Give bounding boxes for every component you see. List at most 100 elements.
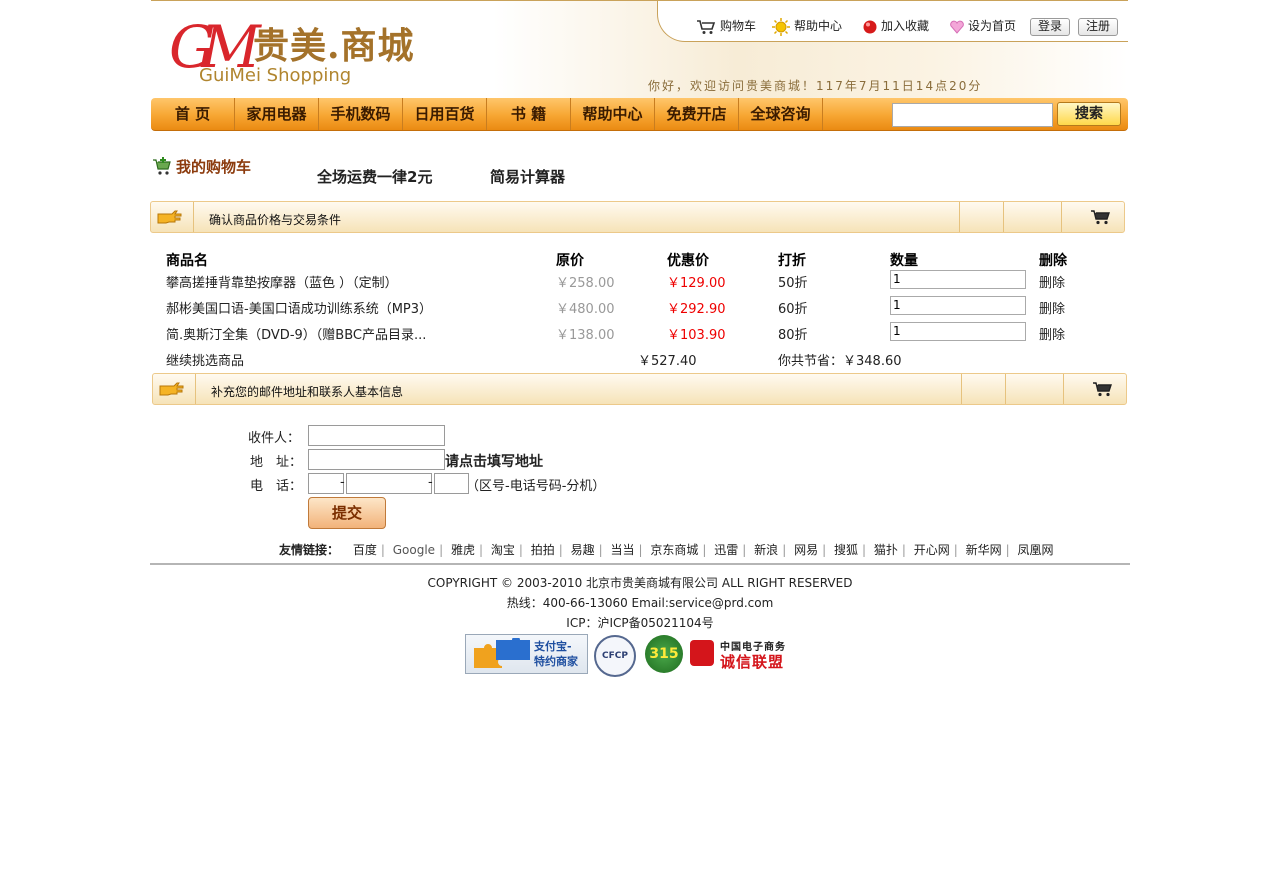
friend-link[interactable]: 搜狐 bbox=[834, 543, 858, 557]
friend-link[interactable]: 当当 bbox=[611, 543, 635, 557]
discount-rate: 60折 bbox=[778, 302, 808, 317]
discount-rate: 80折 bbox=[778, 328, 808, 343]
alipay-merchant-badge[interactable]: 支付宝- 特约商家 bbox=[465, 634, 588, 674]
recipient-input[interactable] bbox=[308, 425, 445, 446]
friend-link[interactable]: 雅虎 bbox=[451, 543, 475, 557]
original-price: ￥138.00 bbox=[556, 328, 615, 343]
phone-dash: - bbox=[340, 475, 345, 490]
favorite-ball-icon bbox=[863, 20, 877, 33]
section-divider bbox=[185, 374, 196, 404]
top-link-help[interactable]: 帮助中心 bbox=[772, 17, 842, 36]
friend-link[interactable]: 淘宝 bbox=[491, 543, 515, 557]
friend-link[interactable]: 拍拍 bbox=[531, 543, 555, 557]
phone-area-code-input[interactable] bbox=[308, 473, 344, 494]
friend-link[interactable]: 迅雷 bbox=[714, 543, 738, 557]
nav-item-daily-goods[interactable]: 日用百货 bbox=[403, 98, 487, 130]
logo-english-name: GuiMei Shopping bbox=[199, 65, 352, 86]
col-header-discount: 打折 bbox=[778, 253, 806, 269]
product-name[interactable]: 郝彬美国口语-美国口语成功训练系统（MP3） bbox=[166, 298, 432, 317]
phone-label: 电 话： bbox=[250, 479, 303, 494]
login-button[interactable]: 登录 bbox=[1030, 18, 1070, 36]
section-label: 确认商品价格与交易条件 bbox=[209, 213, 342, 227]
continue-shopping-link[interactable]: 继续挑选商品 bbox=[166, 350, 244, 369]
delete-link[interactable]: 删除 bbox=[1039, 298, 1065, 317]
section-bar-confirm: 确认商品价格与交易条件 bbox=[150, 201, 1125, 233]
cfcp-badge[interactable]: CFCP bbox=[594, 635, 636, 677]
pointing-hand-icon bbox=[157, 210, 182, 224]
delete-link[interactable]: 删除 bbox=[1039, 324, 1065, 343]
search-input[interactable] bbox=[892, 103, 1053, 127]
friend-link[interactable]: 网易 bbox=[794, 543, 818, 557]
friend-link[interactable]: Google bbox=[393, 543, 435, 557]
footer-divider bbox=[150, 563, 1130, 565]
nav-item-open-store[interactable]: 免费开店 bbox=[655, 98, 739, 130]
product-name[interactable]: 攀高搓捶背靠垫按摩器（蓝色 ）（定制） bbox=[166, 272, 398, 291]
friend-link[interactable]: 开心网 bbox=[914, 543, 950, 557]
nav-item-appliances[interactable]: 家用电器 bbox=[235, 98, 319, 130]
submit-button[interactable]: 提交 bbox=[308, 497, 386, 529]
friend-link[interactable]: 新华网 bbox=[966, 543, 1002, 557]
section-cell bbox=[1003, 202, 1062, 232]
saved-amount: 你共节省：￥348.60 bbox=[778, 354, 902, 369]
shipping-note[interactable]: 全场运费一律2元 bbox=[317, 166, 432, 187]
nav-item-help[interactable]: 帮助中心 bbox=[571, 98, 655, 130]
footer-icp: ICP：沪ICP备05021104号 bbox=[566, 616, 714, 630]
top-link-homepage[interactable]: 设为首页 bbox=[950, 17, 1016, 34]
col-header-delete: 删除 bbox=[1039, 253, 1067, 269]
section-cell bbox=[961, 374, 1006, 404]
friend-link[interactable]: 新浪 bbox=[754, 543, 778, 557]
logo-chinese-name: 贵美.商城 bbox=[253, 25, 415, 67]
quantity-input[interactable] bbox=[890, 270, 1026, 289]
puzzle-icon bbox=[474, 638, 530, 668]
greeting-text: 你好，欢迎访问贵美商城！117年7月11日14点20分 bbox=[648, 79, 983, 93]
friend-link[interactable]: 猫扑 bbox=[874, 543, 898, 557]
my-cart-title: 我的购物车 bbox=[152, 156, 251, 177]
site-logo[interactable]: GM 贵美.商城 GuiMei Shopping bbox=[169, 15, 429, 95]
nav-item-books[interactable]: 书 籍 bbox=[487, 98, 571, 130]
section-bar-contact: 补充您的邮件地址和联系人基本信息 bbox=[152, 373, 1127, 405]
footer-copyright: COPYRIGHT © 2003-2010 北京市贵美商城有限公司 ALL RI… bbox=[427, 576, 853, 590]
section-cell bbox=[959, 202, 1004, 232]
site-header: GM 贵美.商城 GuiMei Shopping 购物车 帮助中心 加入收藏 设… bbox=[151, 0, 1128, 99]
help-sun-icon bbox=[772, 17, 790, 36]
col-header-sale-price: 优惠价 bbox=[667, 253, 709, 269]
section-divider bbox=[183, 202, 194, 232]
ecommerce-integrity-badge[interactable]: 中国电子商务 诚信联盟 bbox=[690, 636, 814, 672]
discount-rate: 50折 bbox=[778, 276, 808, 291]
cart-icon bbox=[1091, 210, 1110, 225]
sale-price: ￥292.90 bbox=[667, 302, 726, 317]
top-link-cart[interactable]: 购物车 bbox=[696, 17, 756, 35]
address-label: 地 址： bbox=[250, 455, 303, 470]
col-header-original-price: 原价 bbox=[556, 253, 584, 269]
sale-price: ￥103.90 bbox=[667, 328, 726, 343]
phone-number-input[interactable] bbox=[346, 473, 432, 494]
register-button[interactable]: 注册 bbox=[1078, 18, 1118, 36]
col-header-name: 商品名 bbox=[166, 253, 208, 269]
product-name[interactable]: 简.奥斯汀全集（DVD-9）（赠BBC产品目录... bbox=[166, 324, 426, 343]
top-links-bar: 购物车 帮助中心 加入收藏 设为首页 登录 注册 bbox=[657, 1, 1128, 42]
nav-item-digital[interactable]: 手机数码 bbox=[319, 98, 403, 130]
integrity-logo-icon bbox=[690, 640, 714, 666]
col-header-quantity: 数量 bbox=[890, 253, 918, 269]
friend-link[interactable]: 凤凰网 bbox=[1018, 543, 1054, 557]
quantity-input[interactable] bbox=[890, 296, 1026, 315]
address-input[interactable] bbox=[308, 449, 445, 470]
pointing-hand-icon bbox=[159, 382, 184, 396]
friend-link[interactable]: 易趣 bbox=[571, 543, 595, 557]
calculator-link[interactable]: 简易计算器 bbox=[490, 166, 565, 187]
delete-link[interactable]: 删除 bbox=[1039, 272, 1065, 291]
nav-item-home[interactable]: 首 页 bbox=[151, 98, 235, 130]
nav-item-consult[interactable]: 全球咨询 bbox=[739, 98, 823, 130]
main-nav: 首 页 家用电器 手机数码 日用百货 书 籍 帮助中心 免费开店 全球咨询 搜索 bbox=[151, 98, 1128, 131]
phone-dash: - bbox=[428, 475, 433, 490]
friend-link[interactable]: 百度 bbox=[353, 543, 377, 557]
315-badge[interactable]: 315 bbox=[645, 635, 683, 673]
friend-links-label: 友情链接： bbox=[279, 543, 340, 557]
top-link-favorite[interactable]: 加入收藏 bbox=[863, 17, 929, 34]
quantity-input[interactable] bbox=[890, 322, 1026, 341]
friend-link[interactable]: 京东商城 bbox=[650, 543, 698, 557]
address-hint-link[interactable]: 请点击填写地址 bbox=[445, 451, 543, 471]
sale-price: ￥129.00 bbox=[667, 276, 726, 291]
search-button[interactable]: 搜索 bbox=[1057, 102, 1121, 126]
phone-extension-input[interactable] bbox=[434, 473, 469, 494]
